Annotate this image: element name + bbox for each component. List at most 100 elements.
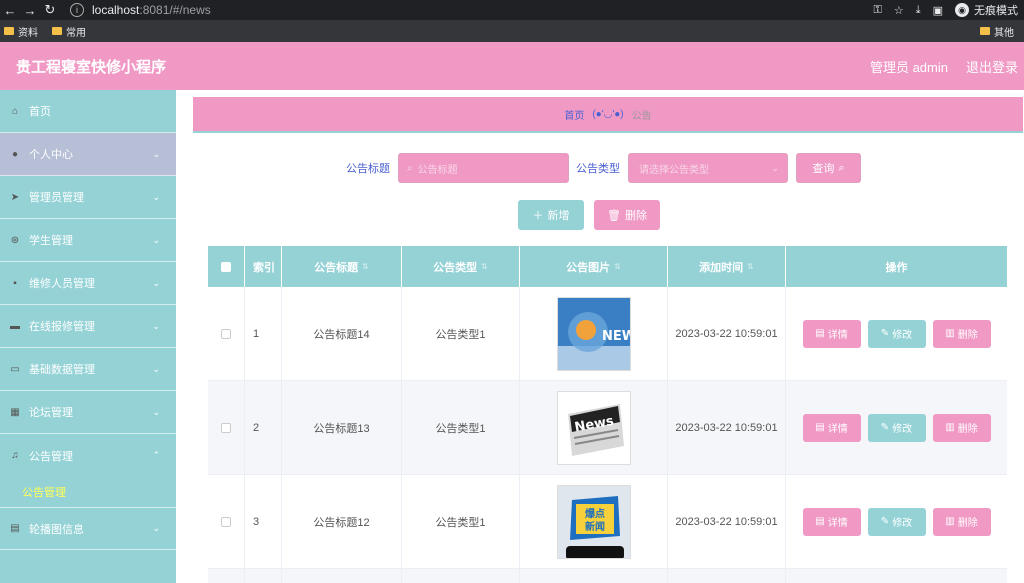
detail-button[interactable]: ▤ 详情 — [802, 507, 861, 536]
row-checkbox-cell — [208, 569, 245, 583]
delete-button[interactable]: ▥ 删除 — [932, 507, 991, 536]
url-path: :8081/#/news — [139, 3, 211, 17]
header-image[interactable]: 公告图片 ⇅ — [520, 246, 668, 287]
key-icon[interactable]: ⚿ — [873, 4, 881, 17]
sort-icon[interactable]: ⇅ — [614, 262, 621, 271]
incognito-indicator[interactable]: ◉ 无痕模式 — [955, 2, 1018, 18]
sort-icon[interactable]: ⇅ — [362, 262, 369, 271]
logout-button[interactable]: 退出登录 — [966, 57, 1018, 76]
incognito-label: 无痕模式 — [974, 5, 1018, 17]
sidebar-item-home[interactable]: ⌂ 首页 — [0, 90, 176, 133]
sidebar-item-carousel[interactable]: ▤ 轮播图信息 ⌄ — [0, 507, 176, 550]
svg-text:新闻: 新闻 — [585, 520, 605, 533]
sidebar-item-base-data[interactable]: ▭ 基础数据管理 ⌄ — [0, 348, 176, 391]
sidebar-subitem-notice[interactable]: 公告管理 — [0, 477, 176, 507]
breadcrumb-emoticon: (●'◡'●) — [592, 108, 624, 120]
sort-icon[interactable]: ⇅ — [481, 262, 488, 271]
row-checkbox[interactable] — [221, 422, 231, 433]
sidebar-item-notice[interactable]: ♫ 公告管理 ⌃ — [0, 434, 176, 477]
download-icon[interactable]: ⤓ — [916, 4, 921, 17]
app-title: 贵工程寝室快修小程序 — [16, 58, 167, 76]
breadcrumb: 首页 (●'◡'●) 公告 — [193, 97, 1023, 133]
row-time: 2023-03-22 10:59:01 — [668, 381, 786, 474]
sidepanel-icon[interactable]: ▣ — [933, 4, 943, 17]
sidebar-item-admin[interactable]: ➤ 管理员管理 ⌄ — [0, 176, 176, 219]
bag-icon: ▪ — [13, 277, 17, 289]
edit-button[interactable]: ✎ 修改 — [867, 413, 926, 442]
edit-label: 修改 — [892, 518, 913, 529]
svg-text:爆点: 爆点 — [585, 507, 605, 520]
search-form: 公告标题 ⌕ 公告标题 公告类型 请选择公告类型 ⌄ 查询 ⌕ — [346, 153, 861, 183]
bookmarks-bar: 资料 常用 其他 — [0, 20, 1024, 42]
star-icon[interactable]: ☆ — [894, 4, 904, 17]
detail-button[interactable]: ▤ 详情 — [802, 413, 861, 442]
header-time[interactable]: 添加时间 ⇅ — [668, 246, 786, 287]
sidebar-item-online-repair[interactable]: ▬ 在线报修管理 ⌄ — [0, 305, 176, 348]
reload-icon[interactable]: ↻ — [40, 0, 60, 20]
type-select[interactable]: 请选择公告类型 ⌄ — [628, 153, 788, 183]
search-icon: ⌕ — [407, 162, 413, 174]
bookmark-other[interactable]: 其他 — [980, 24, 1014, 39]
header-label: 公告图片 — [566, 261, 611, 274]
bookmark-label: 其他 — [994, 27, 1014, 39]
sort-icon[interactable]: ⇅ — [747, 262, 754, 271]
detail-button[interactable]: ▤ 详情 — [802, 319, 861, 348]
row-checkbox-cell — [208, 475, 245, 568]
sidebar-item-label: 个人中心 — [29, 149, 73, 161]
trash-icon: ▥ — [945, 328, 955, 339]
pencil-icon: ✎ — [880, 516, 890, 527]
select-all-checkbox[interactable] — [221, 261, 231, 272]
notice-thumbnail[interactable]: NEWS — [556, 296, 631, 371]
notice-thumbnail[interactable]: 爆点 新闻 — [556, 484, 631, 559]
sidebar-item-label: 在线报修管理 — [29, 321, 95, 333]
query-button[interactable]: 查询 ⌕ — [796, 153, 861, 183]
row-type: 公告类型1 — [402, 475, 520, 568]
bookmark-folder-1[interactable]: 常用 — [52, 24, 86, 39]
batch-delete-button[interactable]: 🗑 删除 — [594, 200, 660, 230]
sidebar-item-label: 公告管理 — [29, 450, 73, 463]
sidebar-item-repair-staff[interactable]: ▪ 维修人员管理 ⌄ — [0, 262, 176, 305]
sidebar-item-profile[interactable]: ● 个人中心 ⌄ — [0, 133, 176, 176]
breadcrumb-home[interactable]: 首页 — [564, 107, 584, 122]
main-content: 首页 (●'◡'●) 公告 公告标题 ⌕ 公告标题 公告类型 请选择公告类型 ⌄… — [176, 90, 1024, 583]
notice-table: 索引 公告标题 ⇅ 公告类型 ⇅ 公告图片 ⇅ 添加时间 ⇅ 操作 1 公告标题14 公… — [208, 246, 1007, 583]
header-title[interactable]: 公告标题 ⇅ — [282, 246, 402, 287]
row-index: 1 — [245, 287, 282, 380]
chevron-down-icon: ⌄ — [152, 234, 160, 245]
forward-icon[interactable]: → — [20, 0, 40, 20]
sidebar-item-label: 管理员管理 — [29, 192, 84, 204]
row-title: 公告标题13 — [282, 381, 402, 474]
edit-button[interactable]: ✎ 修改 — [867, 507, 926, 536]
sidebar-item-forum[interactable]: ▦ 论坛管理 ⌄ — [0, 391, 176, 434]
row-index: 2 — [245, 381, 282, 474]
sidebar-item-label: 首页 — [29, 106, 51, 118]
search-icon: ⌕ — [838, 161, 845, 174]
incognito-icon: ◉ — [955, 3, 969, 17]
row-time: 2023-03-22 10:59:01 — [668, 287, 786, 380]
header-type[interactable]: 公告类型 ⇅ — [402, 246, 520, 287]
document-icon: ▤ — [815, 422, 825, 433]
row-checkbox[interactable] — [221, 516, 231, 527]
add-button[interactable]: ＋ 新增 — [518, 200, 584, 230]
chevron-down-icon: ⌄ — [152, 523, 160, 533]
header-label: 公告类型 — [433, 261, 478, 274]
header-label: 添加时间 — [699, 261, 744, 274]
notice-thumbnail[interactable]: News — [556, 390, 631, 465]
address-bar[interactable]: i localhost:8081/#/news — [70, 0, 211, 20]
row-image-cell — [520, 569, 668, 583]
edit-button[interactable]: ✎ 修改 — [867, 319, 926, 348]
pencil-icon: ✎ — [880, 422, 890, 433]
bookmark-folder-0[interactable]: 资料 — [4, 24, 38, 39]
delete-button[interactable]: ▥ 删除 — [932, 319, 991, 348]
info-icon[interactable]: i — [70, 3, 84, 17]
title-search-input[interactable]: ⌕ 公告标题 — [398, 153, 569, 183]
home-icon: ⌂ — [11, 105, 19, 117]
row-type: 公告类型1 — [402, 287, 520, 380]
delete-button[interactable]: ▥ 删除 — [932, 413, 991, 442]
sidebar-item-students[interactable]: ⊛ 学生管理 ⌄ — [0, 219, 176, 262]
back-icon[interactable]: ← — [0, 0, 20, 20]
row-checkbox[interactable] — [221, 328, 231, 339]
row-title: 公告标题12 — [282, 475, 402, 568]
row-title — [282, 569, 402, 583]
folder-icon — [4, 27, 14, 35]
